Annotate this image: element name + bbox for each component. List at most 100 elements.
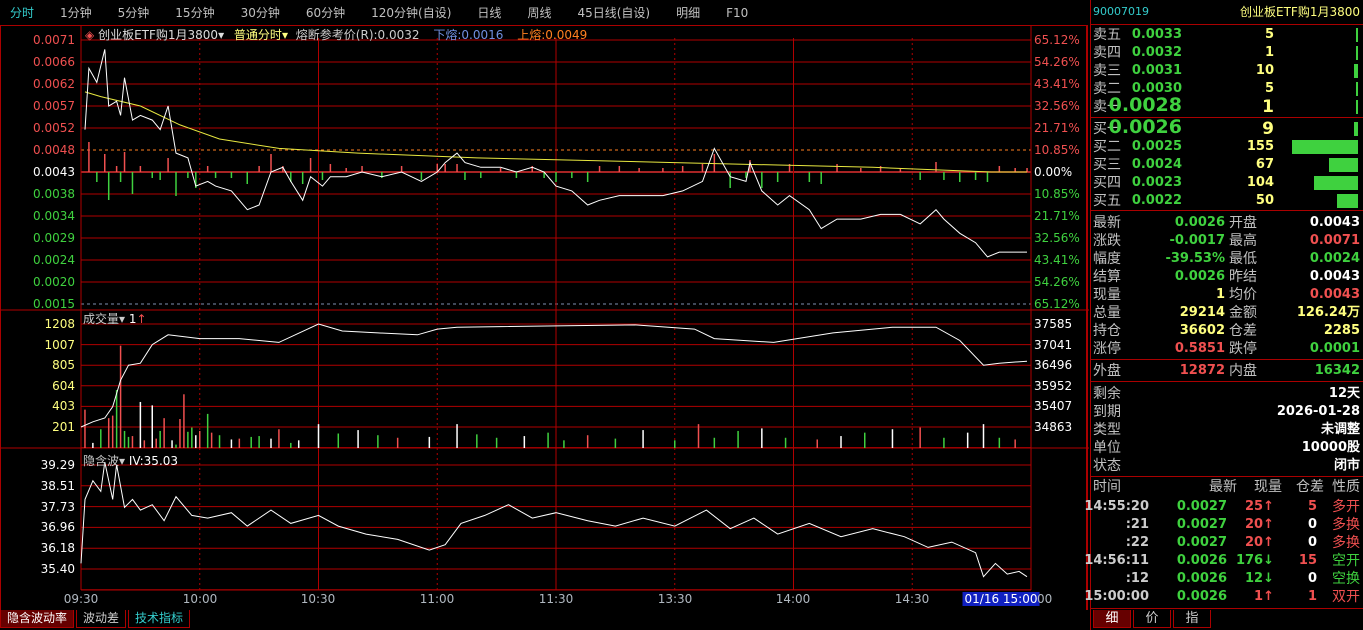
open-interest-line [80,323,1028,428]
bottom-tab-0[interactable]: 隐含波动率 [0,610,75,628]
detail-tab-2[interactable]: 指 [1173,610,1211,628]
mode-select[interactable]: 普通分时 [234,28,282,42]
time-axis-label: 11:00 [419,592,455,606]
asks-price[interactable]: 0.0031 [1132,62,1182,80]
asks-volume: 10 [1255,63,1274,78]
tick-row: :12 0.0026 12↓ 0 空换 [1091,570,1362,588]
detail-tab-0[interactable]: 细 [1093,610,1131,628]
bids-price[interactable]: 0.0026 [1109,118,1182,137]
detail-tab-1[interactable]: 价 [1133,610,1171,628]
iv-axis-label: 36.18 [40,541,75,556]
divider [1091,608,1363,609]
tick-price: 0.0027 [1176,517,1227,532]
tick-row: :22 0.0027 20↑ 0 多换 [1091,534,1362,552]
tick-nature: 多换 [1332,535,1360,551]
time-axis-label: 00 [1037,592,1053,606]
tab-4[interactable]: 30分钟 [241,4,280,21]
bottom-tab-2[interactable]: 技术指标 [128,610,191,628]
tab-11[interactable]: F10 [726,6,748,20]
info-value: 2026-01-28 [1276,404,1360,419]
bids-row: 买一 0.0026 9 [1091,118,1362,139]
info-label: 到期 [1093,404,1121,420]
contract-name[interactable]: 创业板ETF购1月3800 [98,28,218,42]
iv-axis-label: 36.96 [40,520,75,535]
stat-value: 1 [1215,287,1225,302]
iv-line [80,461,1028,578]
stat-label: 均价 [1229,287,1257,303]
pct-axis-label: 10.85% [1034,143,1080,157]
tab-1[interactable]: 1分钟 [60,4,92,21]
pct-axis-label: 65.12% [1034,297,1080,311]
stat-value: 29214 [1179,305,1225,320]
tick-row: 14:55:20 0.0027 25↑ 5 多开 [1084,498,1362,516]
tab-7[interactable]: 日线 [477,4,501,21]
price-axis-label: 0.0052 [33,121,75,135]
tick-time: 14:56:11 [1084,553,1149,568]
outer-inner-row: 外盘 12872 内盘 16342 [1091,362,1362,380]
iv-indicator-select[interactable]: 隐含波 [83,454,119,468]
stat-row: 涨跌 -0.0017 最高 0.0071 [1091,232,1362,250]
price-axis-label: 0.0043 [33,165,75,179]
pct-axis-label: 21.71% [1034,121,1080,135]
stat-label: 昨结 [1229,269,1257,285]
tick-volume: 25↑ [1245,499,1274,514]
stat-value: 0.0026 [1174,215,1225,230]
tick-oi-change: 5 [1307,499,1317,514]
option-diamond-icon: ◈ [85,28,95,42]
info-value: 10000股 [1301,440,1360,455]
asks-price[interactable]: 0.0028 [1109,96,1182,115]
bids-price[interactable]: 0.0023 [1132,174,1182,192]
info-row: 状态 闭市 [1091,457,1362,475]
iv-value: IV:35.03 [128,454,179,468]
price-axis-label: 0.0024 [33,253,75,267]
depth-bar [1354,122,1358,136]
quote-header: 90007019 创业板ETF购1月3800 [1091,3,1362,21]
breaker-ref-price: 熔断参考价(R):0.0032 [295,28,420,42]
bids-price[interactable]: 0.0022 [1132,192,1182,210]
stat-value: 0.5851 [1174,341,1225,356]
asks-row: 卖五 0.0033 5 [1091,26,1362,44]
tab-3[interactable]: 15分钟 [175,4,214,21]
asks-volume: 5 [1264,81,1274,96]
bids-price[interactable]: 0.0024 [1132,156,1182,174]
price-axis-label: 0.0015 [33,297,75,311]
asks-price[interactable]: 0.0033 [1132,26,1182,44]
asks-label: 卖五 [1093,27,1121,43]
bids-row: 买二 0.0025 155 [1091,138,1362,156]
tick-volume: 1↑ [1254,589,1274,604]
tick-price: 0.0027 [1176,535,1227,550]
time-axis-label: 11:30 [538,592,574,606]
tab-9[interactable]: 45日线(自设) [577,4,650,21]
stat-label: 总量 [1093,305,1121,321]
inner-label: 内盘 [1229,363,1257,379]
stat-value: 0.0001 [1309,341,1360,356]
volume-indicator-select[interactable]: 成交量 [83,312,119,326]
stat-row: 最新 0.0026 开盘 0.0043 [1091,214,1362,232]
tab-0[interactable]: 分时 [10,4,34,21]
tab-6[interactable]: 120分钟(自设) [371,4,451,21]
tick-price: 0.0026 [1176,589,1227,604]
stat-value: 0.0026 [1174,269,1225,284]
tab-2[interactable]: 5分钟 [118,4,150,21]
divider [1091,359,1363,360]
price-axis-label: 0.0029 [33,231,75,245]
chart-canvas[interactable] [1,26,1089,610]
tab-10[interactable]: 明细 [676,4,700,21]
info-value: 未调整 [1320,422,1360,437]
time-axis-label: 09:30 [63,592,99,606]
bids-price[interactable]: 0.0025 [1132,138,1182,156]
bids-volume: 9 [1262,119,1274,139]
outer-label: 外盘 [1093,363,1121,379]
price-axis-label: 0.0062 [33,77,75,91]
bids-volume: 67 [1255,157,1274,172]
stat-label: 最新 [1093,215,1121,231]
tab-5[interactable]: 60分钟 [306,4,345,21]
asks-price[interactable]: 0.0032 [1132,44,1182,62]
stat-row: 涨停 0.5851 跌停 0.0001 [1091,340,1362,358]
bottom-tab-1[interactable]: 波动差 [76,610,127,628]
iv-header: 隐含波▾ IV:35.03 [83,454,179,468]
volume-axis-label: 201 [52,420,75,434]
chart-pane[interactable]: ◈ 创业板ETF购1月3800▾ 普通分时▾ 熔断参考价(R):0.0032 下… [0,26,1089,610]
tab-8[interactable]: 周线 [527,4,551,21]
tick-price: 0.0027 [1176,499,1227,514]
